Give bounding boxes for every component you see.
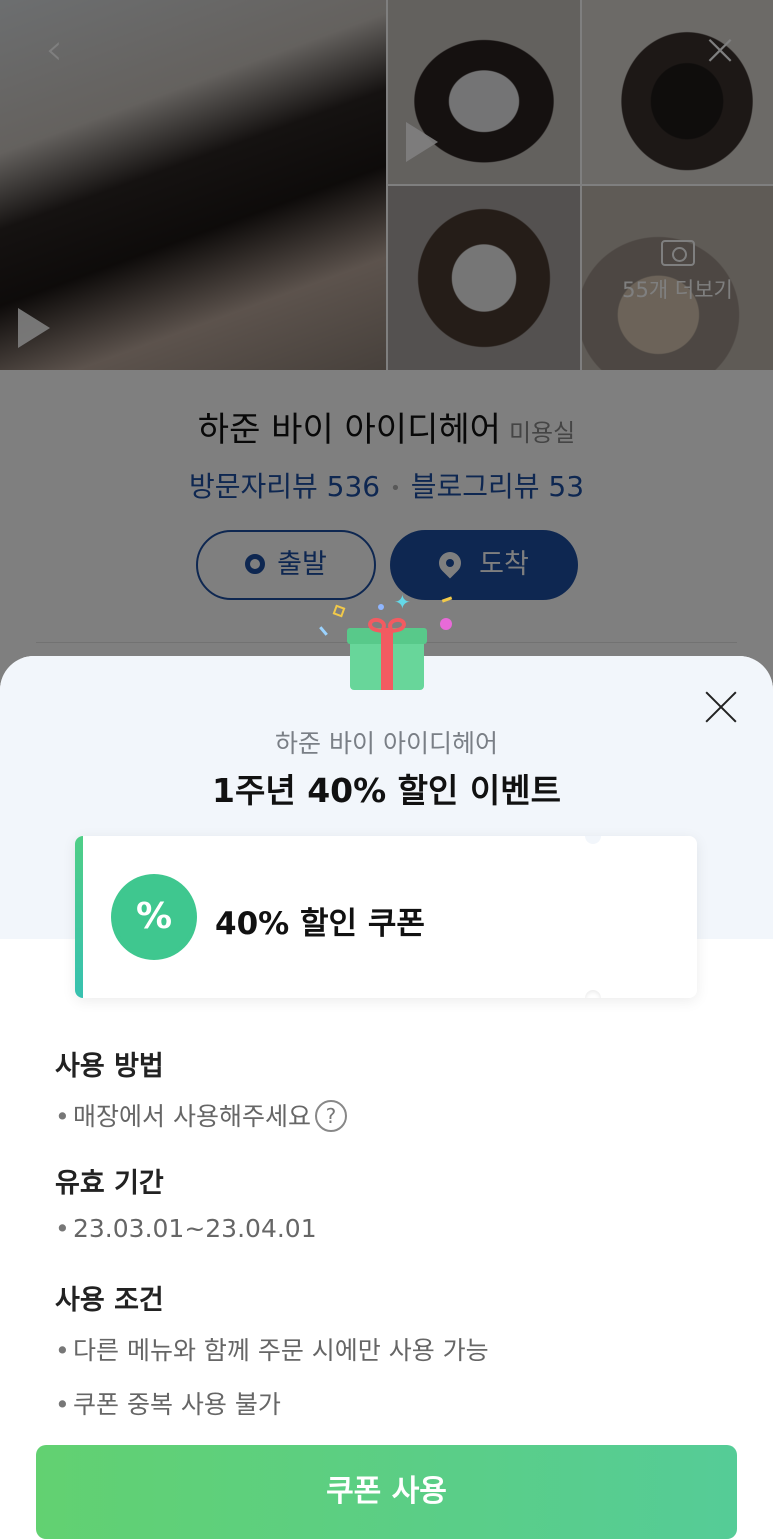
coupon-notch (585, 836, 601, 844)
section-conditions: 사용 조건 • 다른 메뉴와 함께 주문 시에만 사용 가능 • 쿠폰 중복 사용 … (55, 1278, 735, 1439)
bullet: • (55, 1390, 70, 1419)
list-item-text: 매장에서 사용해주세요 (73, 1102, 311, 1131)
section-title: 사용 방법 (55, 1051, 164, 1082)
confetti (440, 618, 452, 630)
bullet: • (55, 1214, 70, 1243)
coupon-notch (585, 990, 601, 998)
section-usage: 사용 방법 • 매장에서 사용해주세요? (55, 1044, 735, 1151)
help-icon[interactable]: ? (314, 1100, 347, 1132)
section-title: 사용 조건 (55, 1285, 164, 1316)
section-validity: 유효 기간 • 23.03.01~23.04.01 (55, 1161, 735, 1261)
coupon-card: % 40% 할인 쿠폰 (75, 836, 697, 998)
list-item-text: 다른 메뉴와 함께 주문 시에만 사용 가능 (73, 1336, 489, 1365)
bullet: • (55, 1102, 70, 1131)
gift-icon: ✦ (318, 590, 458, 702)
bullet: • (55, 1336, 70, 1365)
sparkle-icon: ✦ (394, 590, 411, 614)
coupon-sheet: 하준 바이 아이디헤어 1주년 40% 할인 이벤트 % 40% 할인 쿠폰 사… (0, 656, 773, 1539)
coupon-accent-bar (75, 836, 83, 998)
confetti (332, 604, 346, 618)
close-icon[interactable] (700, 686, 742, 728)
list-item-text: 쿠폰 중복 사용 불가 (73, 1390, 281, 1419)
list-item: • 쿠폰 중복 사용 불가 (55, 1385, 735, 1421)
list-item-text: 23.03.01~23.04.01 (73, 1214, 317, 1243)
coupon-label: 40% 할인 쿠폰 (215, 906, 425, 942)
use-coupon-button[interactable]: 쿠폰 사용 (36, 1445, 737, 1539)
list-item: • 23.03.01~23.04.01 (55, 1214, 735, 1243)
list-item: • 다른 메뉴와 함께 주문 시에만 사용 가능 (55, 1331, 735, 1367)
list-item: • 매장에서 사용해주세요? (55, 1097, 735, 1133)
section-title: 유효 기간 (55, 1168, 164, 1199)
percent-badge-icon: % (115, 878, 193, 956)
sheet-shop-name: 하준 바이 아이디헤어 (275, 729, 498, 758)
confetti (378, 604, 384, 610)
confetti (441, 596, 453, 603)
gift-ribbon (381, 628, 393, 690)
event-title: 1주년 40% 할인 이벤트 (212, 771, 561, 810)
confetti (319, 626, 328, 636)
